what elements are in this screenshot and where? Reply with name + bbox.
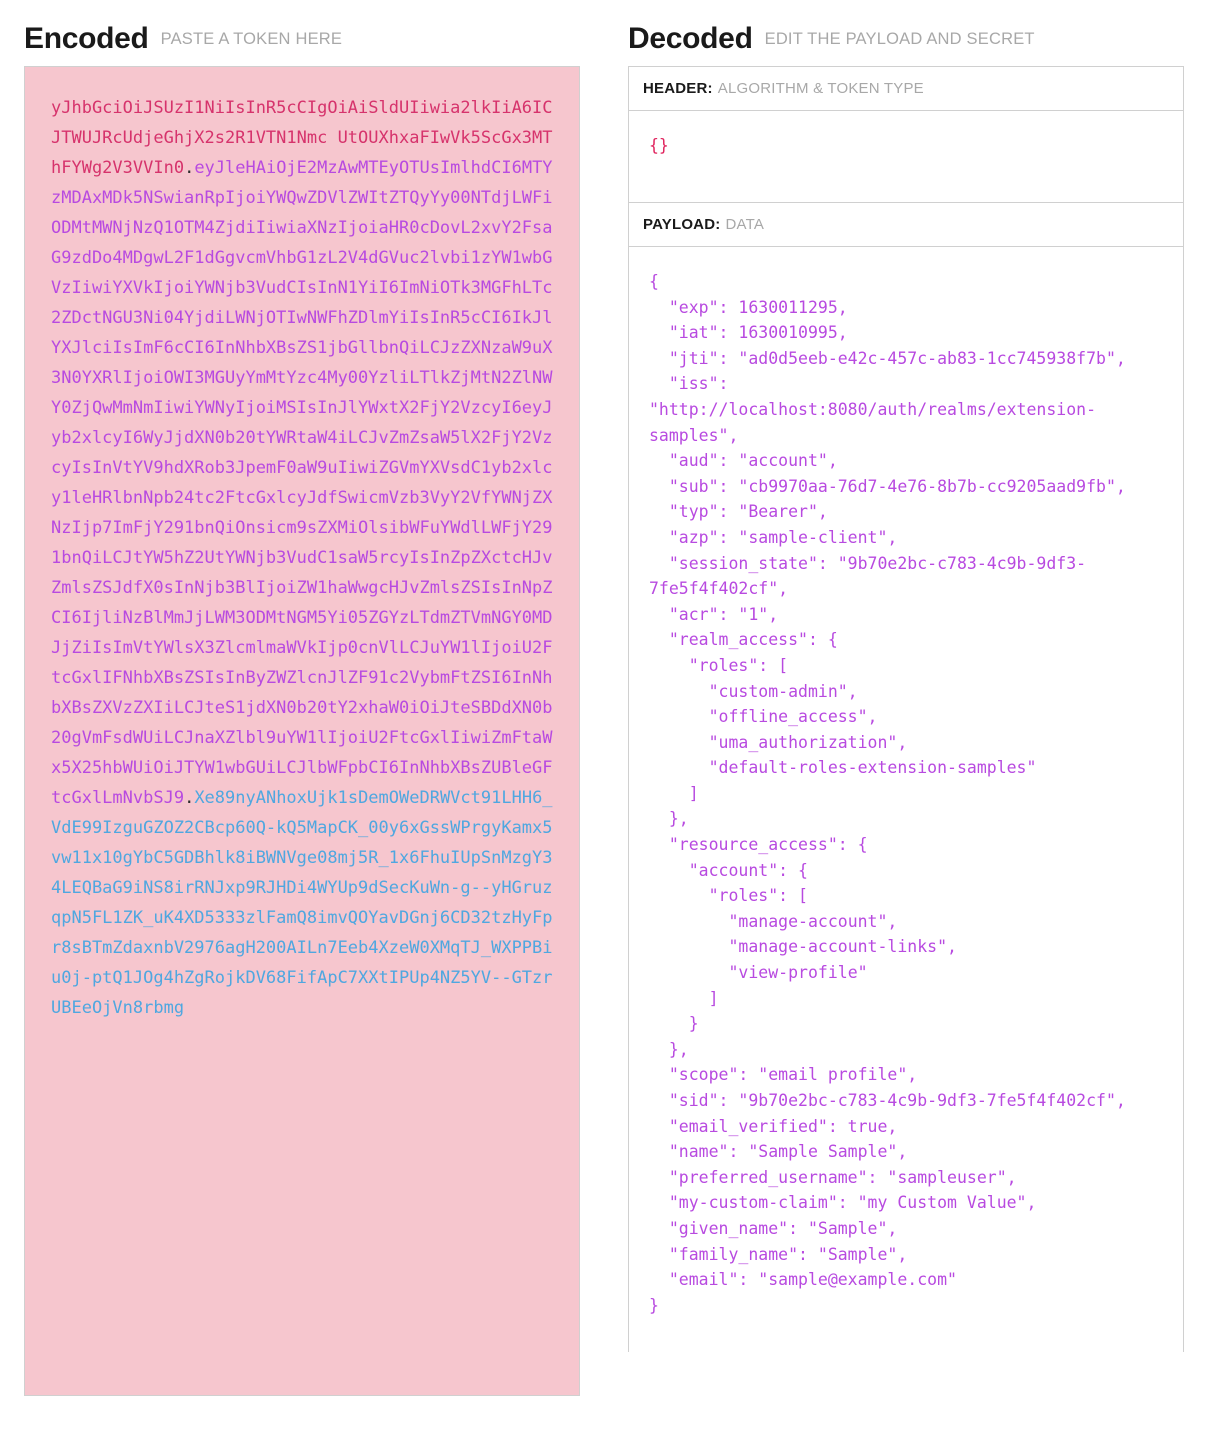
header-label-sub: ALGORITHM & TOKEN TYPE bbox=[717, 80, 924, 97]
encoded-title: Encoded bbox=[24, 22, 149, 55]
jwt-debugger: Encoded PASTE A TOKEN HERE yJhbGciOiJSUz… bbox=[0, 0, 1208, 1396]
payload-code-area[interactable]: { "exp": 1630011295, "iat": 1630010995, … bbox=[629, 247, 1183, 1352]
payload-section-label: PAYLOAD: DATA bbox=[629, 203, 1183, 247]
token-separator-1: . bbox=[184, 158, 195, 178]
encoded-header: Encoded PASTE A TOKEN HERE bbox=[24, 0, 580, 66]
decoded-subtitle: EDIT THE PAYLOAD AND SECRET bbox=[764, 29, 1035, 48]
header-label: HEADER: bbox=[643, 80, 713, 97]
token-signature-segment: Xe89nyANhoxUjk1sDemOWeDRWVct91LHH6_VdE99… bbox=[51, 788, 553, 1018]
header-section-label: HEADER: ALGORITHM & TOKEN TYPE bbox=[629, 67, 1183, 111]
decoded-column: Decoded EDIT THE PAYLOAD AND SECRET HEAD… bbox=[604, 0, 1208, 1396]
jwt-token-text[interactable]: yJhbGciOiJSUzI1NiIsInR5cCIgOiAiSldUIiwia… bbox=[51, 93, 555, 1023]
header-code-area[interactable]: {} bbox=[629, 111, 1183, 203]
decoded-title: Decoded bbox=[628, 22, 753, 55]
decoded-panel: HEADER: ALGORITHM & TOKEN TYPE {} PAYLOAD… bbox=[628, 66, 1184, 1353]
payload-label: PAYLOAD: bbox=[643, 216, 721, 233]
encoded-column: Encoded PASTE A TOKEN HERE yJhbGciOiJSUz… bbox=[0, 0, 604, 1396]
encoded-token-input[interactable]: yJhbGciOiJSUzI1NiIsInR5cCIgOiAiSldUIiwia… bbox=[24, 66, 580, 1396]
payload-label-sub: DATA bbox=[725, 216, 765, 233]
decoded-header: Decoded EDIT THE PAYLOAD AND SECRET bbox=[628, 0, 1184, 66]
encoded-subtitle: PASTE A TOKEN HERE bbox=[160, 29, 343, 48]
payload-json[interactable]: { "exp": 1630011295, "iat": 1630010995, … bbox=[649, 269, 1163, 1318]
header-json[interactable]: {} bbox=[649, 133, 1163, 159]
token-payload-segment: eyJleHAiOjE2MzAwMTEyOTUsImlhdCI6MTYzMDAx… bbox=[51, 158, 553, 808]
token-separator-2: . bbox=[184, 788, 195, 808]
